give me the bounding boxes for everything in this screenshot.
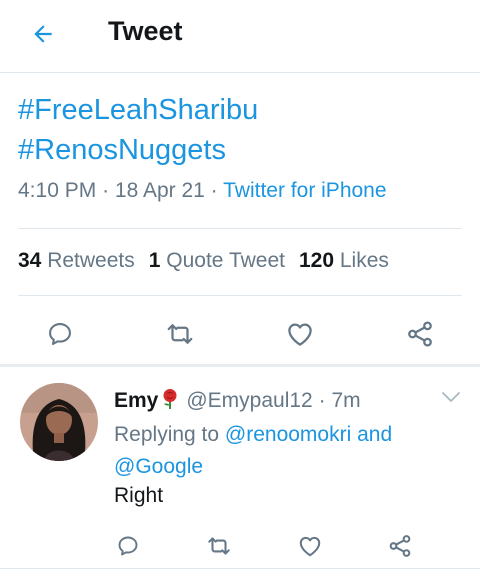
- retweets-count: 34: [18, 249, 42, 272]
- tweet-actions: [0, 310, 480, 354]
- meta-separator: ·: [318, 389, 326, 412]
- reply-text: Right: [114, 484, 164, 507]
- reply-button[interactable]: [44, 318, 76, 350]
- reply-button[interactable]: [114, 532, 142, 560]
- reply-menu-button[interactable]: [441, 390, 461, 406]
- retweet-button[interactable]: [164, 318, 196, 350]
- rose-icon: [160, 388, 180, 416]
- share-icon: [408, 321, 432, 347]
- reply-author-name[interactable]: Emy: [114, 389, 158, 412]
- page-title: Tweet: [108, 16, 183, 46]
- retweets-stat[interactable]: 34 Retweets: [18, 249, 135, 272]
- avatar[interactable]: [20, 383, 98, 461]
- mention-link[interactable]: @Google: [114, 455, 203, 478]
- reply-icon: [118, 536, 138, 556]
- replying-prefix: Replying to: [114, 423, 220, 446]
- share-button[interactable]: [386, 532, 414, 560]
- reply-age: 7m: [331, 389, 361, 412]
- mention-link[interactable]: @renoomokri: [225, 423, 351, 446]
- quotes-label: Quote Tweet: [166, 249, 285, 272]
- arrow-left-icon: [34, 25, 52, 43]
- retweet-icon: [167, 324, 193, 344]
- replying-conjunction: and: [357, 423, 393, 446]
- tweet-time: 4:10 PM: [18, 179, 97, 202]
- tweet-source-link[interactable]: Twitter for iPhone: [223, 179, 386, 202]
- retweet-button[interactable]: [205, 532, 233, 560]
- like-button[interactable]: [296, 532, 324, 560]
- hashtag-link[interactable]: #FreeLeahSharibu: [18, 90, 468, 130]
- reply-icon: [49, 323, 71, 345]
- hashtag-link[interactable]: #RenosNuggets: [18, 130, 468, 170]
- divider: [18, 228, 462, 229]
- divider: [0, 568, 480, 569]
- reply-header: Emy @Emypaul12 · 7m: [114, 388, 361, 416]
- tweet-stats: 34 Retweets 1 Quote Tweet 120 Likes: [18, 249, 389, 273]
- tweet-meta: 4:10 PM · 18 Apr 21 · Twitter for iPhone: [18, 179, 387, 203]
- share-button[interactable]: [404, 318, 436, 350]
- tweet-text: #FreeLeahSharibu #RenosNuggets: [18, 90, 468, 170]
- quotes-count: 1: [148, 249, 161, 272]
- meta-separator: ·: [210, 179, 218, 202]
- like-icon: [299, 536, 321, 557]
- likes-label: Likes: [339, 249, 389, 272]
- likes-stat[interactable]: 120 Likes: [299, 249, 389, 272]
- retweets-label: Retweets: [47, 249, 135, 272]
- back-button[interactable]: [28, 19, 58, 49]
- like-icon: [288, 323, 312, 346]
- retweet-icon: [208, 537, 230, 555]
- chevron-down-icon: [442, 392, 460, 402]
- reply-author-handle[interactable]: @Emypaul12: [186, 389, 312, 412]
- reply-actions: [0, 524, 480, 568]
- meta-separator: ·: [102, 179, 110, 202]
- share-icon: [389, 535, 411, 557]
- app-header: Tweet: [0, 0, 480, 73]
- quotes-stat[interactable]: 1 Quote Tweet: [149, 249, 285, 272]
- divider: [18, 295, 462, 296]
- section-divider: [0, 364, 480, 367]
- likes-count: 120: [298, 249, 335, 272]
- tweet-date: 18 Apr 21: [114, 179, 205, 202]
- replying-to: Replying to @renoomokri and @Google: [114, 419, 454, 483]
- like-button[interactable]: [284, 318, 316, 350]
